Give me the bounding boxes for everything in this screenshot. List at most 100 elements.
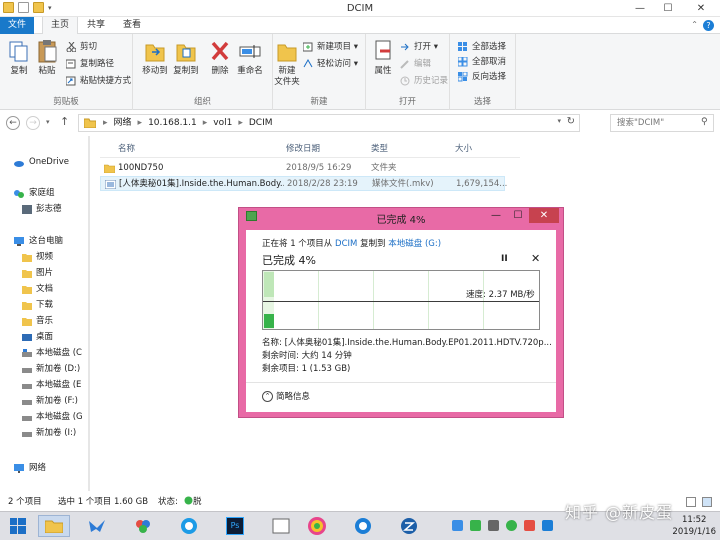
invert-selection-label: 反向选择 [472, 72, 507, 82]
cut-label: 剪切 [80, 42, 98, 52]
search-icon[interactable]: ⚲ [701, 117, 708, 127]
nav-drive-d[interactable]: 新加卷 (D:) [22, 362, 80, 377]
help-icon[interactable]: ? [703, 20, 714, 31]
address-bar[interactable]: ▸ 网络 ▸ 10.168.1.1 ▸ vol1 ▸ DCIM ▾ ↻ [78, 114, 580, 132]
delete-button[interactable]: 删除 [203, 38, 237, 77]
paste-shortcut-button[interactable]: 粘贴快捷方式 [66, 74, 131, 88]
nav-drive-i[interactable]: 新加卷 (I:) [22, 426, 76, 441]
source-link[interactable]: DCIM [335, 239, 357, 249]
tab-file[interactable]: 文件 [0, 17, 34, 34]
history-button[interactable]: 历史记录 [400, 74, 448, 88]
breadcrumb-host[interactable]: 10.168.1.1 [148, 115, 197, 131]
refresh-icon[interactable]: ↻ [567, 116, 575, 127]
properties-button[interactable]: 属性 [366, 38, 400, 77]
system-clock[interactable]: 11:52 2019/1/16 [672, 514, 716, 538]
column-header-date[interactable]: 修改日期 [286, 142, 320, 154]
nav-drive-g[interactable]: 本地磁盘 (G [22, 410, 83, 425]
recent-locations-icon[interactable]: ▾ [46, 118, 50, 126]
tab-share[interactable]: 共享 [80, 17, 112, 34]
taskbar-app-baidu[interactable] [130, 515, 156, 537]
minimize-button[interactable]: — [626, 0, 654, 17]
tab-view[interactable]: 查看 [116, 17, 148, 34]
nav-drive-e[interactable]: 本地磁盘 (E [22, 378, 81, 393]
new-item-button[interactable]: 新建项目 ▾ [303, 40, 358, 54]
file-date: 2018/9/5 16:29 [286, 163, 352, 173]
nav-homegroup[interactable]: 家庭组 [14, 186, 55, 201]
forward-button[interactable]: → [26, 116, 40, 130]
pause-button[interactable]: II [501, 254, 508, 264]
back-button[interactable]: ← [6, 116, 20, 130]
taskbar-app-generic[interactable] [268, 515, 294, 537]
open-button[interactable]: 打开 ▾ [400, 40, 438, 54]
tray-icon-5[interactable] [524, 520, 535, 531]
tray-icon-3[interactable] [488, 520, 499, 531]
table-row[interactable]: [人体奥秘01集].Inside.the.Human.Body.... 2018… [100, 176, 507, 191]
nav-pictures[interactable]: 图片 [22, 266, 53, 281]
nav-this-pc[interactable]: 这台电脑 [14, 234, 63, 249]
fewer-details-button[interactable]: ⌃ 简略信息 [262, 391, 310, 403]
nav-downloads[interactable]: 下载 [22, 298, 53, 313]
dialog-close-button[interactable]: ✕ [529, 208, 559, 223]
up-arrow-icon[interactable]: ↑ [60, 115, 69, 128]
taskbar-app-colorful[interactable] [304, 515, 330, 537]
search-input[interactable]: 搜索"DCIM" [610, 114, 714, 132]
paste-button[interactable]: 粘贴 [30, 38, 64, 77]
tray-icon-6[interactable] [542, 520, 553, 531]
collapse-ribbon-icon[interactable]: ⌃ [691, 20, 698, 29]
copy-path-button[interactable]: 复制路径 [66, 57, 114, 71]
dialog-maximize-button[interactable]: ☐ [507, 208, 529, 223]
close-button[interactable]: ✕ [682, 0, 720, 17]
rename-icon [239, 38, 261, 64]
edit-button[interactable]: 编辑 [400, 57, 431, 71]
cut-button[interactable]: 剪切 [66, 40, 97, 54]
table-row[interactable]: 100ND750 2018/9/5 16:29 文件夹 [100, 161, 505, 176]
tray-icon-1[interactable] [452, 520, 463, 531]
nav-user[interactable]: 彭志德 [22, 202, 62, 217]
rename-button[interactable]: 重命名 [233, 38, 267, 77]
large-icons-view-icon[interactable] [702, 497, 712, 507]
start-button[interactable] [5, 515, 31, 537]
breadcrumb-network[interactable]: 网络 [114, 115, 132, 131]
taskbar-app-photoshop[interactable]: Ps [222, 515, 248, 537]
nav-network[interactable]: 网络 [14, 461, 46, 476]
column-header-size[interactable]: 大小 [455, 142, 472, 154]
copy-to-button[interactable]: 复制到 [169, 38, 203, 77]
drive-icon [22, 416, 32, 421]
nav-documents[interactable]: 文档 [22, 282, 53, 297]
dialog-minimize-button[interactable]: — [485, 208, 507, 223]
nav-desktop[interactable]: 桌面 [22, 330, 53, 345]
address-dropdown-icon[interactable]: ▾ [557, 117, 561, 125]
cancel-copy-button[interactable]: ✕ [531, 252, 540, 265]
nav-drive-c[interactable]: 本地磁盘 (C [22, 346, 82, 361]
column-header-name[interactable]: 名称 [118, 142, 135, 154]
nav-onedrive[interactable]: OneDrive [14, 155, 69, 170]
taskbar-app-z[interactable] [396, 515, 422, 537]
select-none-button[interactable]: 全部取消 [458, 55, 506, 69]
tab-home[interactable]: 主页 [42, 17, 78, 35]
photoshop-icon: Ps [226, 517, 244, 535]
select-none-icon [458, 57, 468, 67]
select-all-button[interactable]: 全部选择 [458, 40, 506, 54]
details-view-icon[interactable] [686, 497, 696, 507]
taskbar-app-bird[interactable] [84, 515, 110, 537]
column-header-type[interactable]: 类型 [371, 142, 388, 154]
taskbar-file-explorer[interactable] [38, 515, 70, 537]
nav-pane-scrollbar[interactable] [88, 136, 90, 491]
maximize-button[interactable]: ☐ [654, 0, 682, 17]
tray-icon-2[interactable] [470, 520, 481, 531]
nav-music[interactable]: 音乐 [22, 314, 53, 329]
destination-link[interactable]: 本地磁盘 (G:) [388, 239, 441, 249]
new-folder-button[interactable]: 新建 文件夹 [272, 38, 302, 88]
taskbar-app-search[interactable] [350, 515, 376, 537]
nav-drive-f[interactable]: 新加卷 (F:) [22, 394, 78, 409]
navigation-pane: OneDrive 家庭组 彭志德 这台电脑 视频 图片 文档 下载 音乐 桌面 … [0, 136, 90, 491]
move-to-button[interactable]: 移动到 [138, 38, 172, 77]
easy-access-button[interactable]: 轻松访问 ▾ [303, 57, 358, 71]
invert-selection-button[interactable]: 反向选择 [458, 70, 506, 84]
taskbar-app-browser[interactable] [176, 515, 202, 537]
wechat-tray-icon[interactable] [506, 520, 517, 531]
copy-middle-text: 复制到 [360, 239, 386, 249]
nav-videos[interactable]: 视频 [22, 250, 53, 265]
breadcrumb-dcim[interactable]: DCIM [249, 115, 273, 131]
breadcrumb-vol1[interactable]: vol1 [213, 115, 232, 131]
